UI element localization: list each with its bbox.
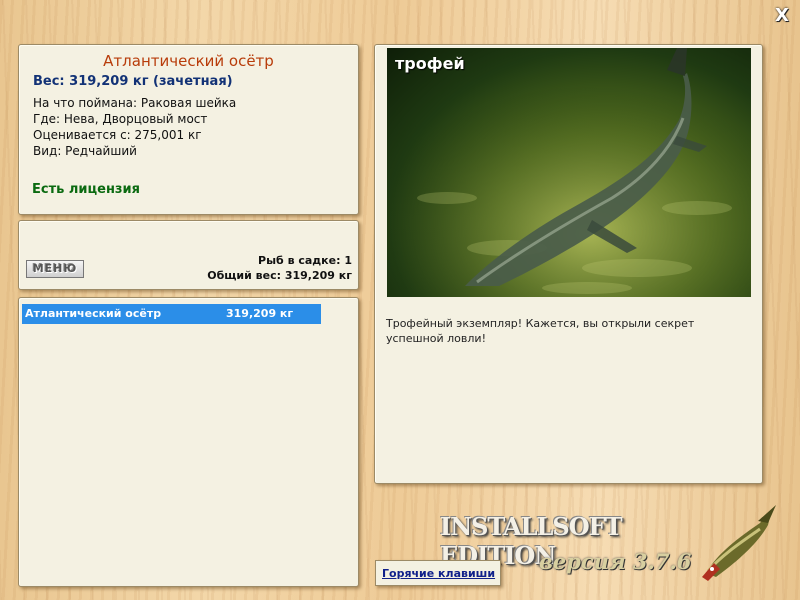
hotkeys-box: Горячие клавиши (375, 560, 501, 586)
catch-info-panel: Атлантический осётр Вес: 319,209 кг (зач… (18, 44, 359, 215)
trophy-label: трофей (395, 54, 465, 73)
fish-weight: Вес: 319,209 кг (зачетная) (33, 74, 233, 89)
hotkeys-link[interactable]: Горячие клавиши (382, 567, 495, 580)
sturgeon-photo: трофей (387, 48, 751, 297)
license-status: Есть лицензия (32, 182, 140, 197)
total-weight: Общий вес: 319,209 кг (207, 269, 352, 282)
fish-name-title: Атлантический осётр (103, 52, 274, 70)
valuation-info: Оценивается с: 275,001 кг (33, 128, 202, 142)
pike-fish-icon (702, 505, 776, 581)
trophy-panel: трофей Трофейный экземпляр! Кажется, вы … (374, 44, 763, 484)
version-label: версия 3.7.6 (539, 549, 692, 574)
list-item[interactable]: Атлантический осётр 319,209 кг (22, 304, 321, 324)
sturgeon-illustration (387, 48, 751, 297)
trophy-message: Трофейный экземпляр! Кажется, вы открыли… (386, 317, 695, 345)
bait-info: На что поймана: Раковая шейка (33, 96, 237, 110)
location-info: Где: Нева, Дворцовый мост (33, 112, 208, 126)
keepnet-list: Атлантический осётр 319,209 кг (18, 297, 359, 587)
close-button[interactable]: X (772, 7, 792, 25)
keepnet-summary-panel: МЕНЮ Рыб в садке: 1 Общий вес: 319,209 к… (18, 220, 359, 290)
fish-count: Рыб в садке: 1 (258, 254, 352, 267)
list-item-name: Атлантический осётр (25, 307, 162, 320)
rarity-info: Вид: Редчайший (33, 144, 137, 158)
menu-button[interactable]: МЕНЮ (26, 260, 84, 278)
brand-logo-text: INSTALLSOFT EDITION (440, 512, 623, 570)
list-item-weight: 319,209 кг (226, 307, 294, 320)
